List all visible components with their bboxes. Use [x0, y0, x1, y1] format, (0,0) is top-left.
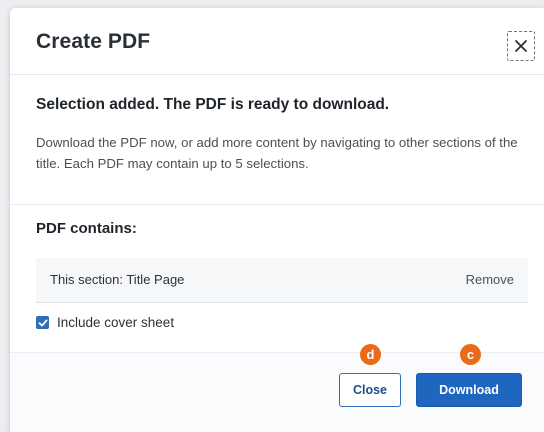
pdf-contains-label: PDF contains:: [36, 220, 137, 237]
cover-sheet-label: Include cover sheet: [57, 315, 175, 330]
cover-sheet-checkbox[interactable]: [36, 316, 49, 329]
annotation-marker-c: c: [460, 344, 481, 365]
status-headline: Selection added. The PDF is ready to dow…: [36, 96, 390, 113]
close-button[interactable]: Close: [339, 373, 401, 407]
dialog-header: Create PDF: [10, 8, 544, 75]
remove-selection-button[interactable]: Remove: [466, 272, 514, 287]
section-divider: [10, 204, 544, 205]
cover-sheet-option[interactable]: Include cover sheet: [36, 315, 174, 330]
selection-label: This section: Title Page: [50, 272, 185, 287]
dialog-title: Create PDF: [36, 30, 151, 53]
checkmark-icon: [38, 319, 47, 326]
dialog-close-button[interactable]: [507, 31, 535, 61]
status-description: Download the PDF now, or add more conten…: [36, 135, 518, 171]
selection-list-item: This section: Title Page Remove: [36, 258, 528, 303]
annotation-marker-d: d: [360, 344, 381, 365]
close-icon: [515, 40, 527, 52]
create-pdf-dialog: Create PDF Selection added. The PDF is r…: [10, 8, 544, 432]
download-button[interactable]: Download: [416, 373, 522, 407]
